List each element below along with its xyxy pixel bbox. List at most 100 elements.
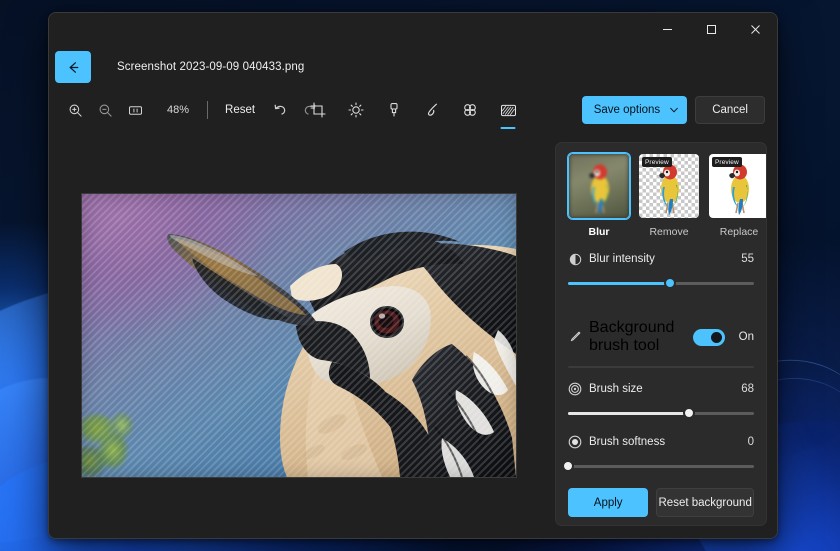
fit-to-window-icon: [128, 103, 143, 118]
minimize-button[interactable]: [645, 13, 689, 46]
brush-size-icon: [568, 382, 582, 396]
background-tool-panel: Blur Preview: [549, 132, 777, 538]
back-button[interactable]: [55, 51, 91, 83]
marker-icon: [386, 102, 402, 118]
brush-softness-slider[interactable]: [568, 458, 754, 474]
mode-blur[interactable]: Blur: [568, 153, 630, 238]
mode-blur-label: Blur: [568, 226, 630, 238]
fit-to-window-button[interactable]: [121, 96, 149, 124]
blur-intensity-value: 55: [741, 253, 754, 265]
close-button[interactable]: [733, 13, 777, 46]
blur-intensity-section: Blur intensity 55: [568, 252, 754, 291]
background-icon: [500, 102, 517, 119]
editor-toolbar: 48% Reset: [49, 88, 777, 132]
file-name-label: Screenshot 2023-09-09 040433.png: [117, 61, 304, 73]
brush-softness-icon: [568, 435, 582, 449]
reset-zoom-button[interactable]: Reset: [216, 99, 264, 121]
slider-fill: [568, 412, 689, 415]
title-bar: [49, 13, 777, 46]
cancel-button[interactable]: Cancel: [695, 96, 765, 124]
save-options-label: Save options: [594, 104, 661, 116]
editor-header: Screenshot 2023-09-09 040433.png: [49, 46, 777, 88]
photos-editor-window: Screenshot 2023-09-09 040433.png: [48, 12, 778, 539]
erase-tool-button[interactable]: [455, 95, 485, 125]
crop-tool-button[interactable]: [303, 95, 333, 125]
chevron-down-icon: [669, 105, 679, 115]
mode-remove-thumbnail: Preview: [638, 153, 700, 219]
maximize-button[interactable]: [689, 13, 733, 46]
reset-background-button[interactable]: Reset background: [656, 488, 754, 517]
editor-body: Blur Preview: [49, 132, 777, 538]
brush-size-value: 68: [741, 383, 754, 395]
parrot-preview-blur: [580, 159, 620, 217]
erase-blur-icon: [462, 102, 478, 118]
background-mode-selector: Blur Preview: [568, 153, 754, 238]
toolbar-actions: Save options Cancel: [582, 96, 765, 124]
zoom-out-button[interactable]: [91, 96, 119, 124]
brush-size-row: Brush size 68: [568, 382, 754, 396]
toggle-knob: [711, 332, 722, 343]
blur-intensity-slider[interactable]: [568, 275, 754, 291]
background-brush-tool-row: Background brush tool On: [568, 319, 754, 355]
preview-badge: Preview: [712, 157, 742, 167]
apply-button[interactable]: Apply: [568, 488, 648, 517]
slider-thumb[interactable]: [683, 407, 695, 419]
tool-buttons: [303, 95, 523, 125]
mode-remove-label: Remove: [638, 226, 700, 238]
undo-icon: [272, 102, 288, 118]
minimize-icon: [662, 24, 673, 35]
undo-button[interactable]: [266, 96, 294, 124]
slider-fill: [568, 282, 670, 285]
blur-intensity-label: Blur intensity: [589, 253, 655, 265]
adjust-tool-button[interactable]: [341, 95, 371, 125]
panel-card: Blur Preview: [555, 142, 767, 526]
brush-size-section: Brush size 68: [568, 382, 754, 421]
panel-actions: Apply Reset background: [568, 474, 754, 517]
zoom-out-icon: [98, 103, 113, 118]
mode-remove[interactable]: Preview: [638, 153, 700, 238]
crop-icon: [310, 102, 326, 118]
brush-softness-value: 0: [748, 436, 754, 448]
zoom-level-label: 48%: [151, 104, 199, 116]
mode-replace[interactable]: Preview: [708, 153, 767, 238]
brush-softness-label: Brush softness: [589, 436, 665, 448]
parrot-preview-replace: [720, 159, 760, 217]
maximize-icon: [706, 24, 717, 35]
brush-softness-section: Brush softness 0: [568, 435, 754, 474]
brush-mode-add[interactable]: Add: [569, 367, 661, 368]
image-canvas-area[interactable]: [49, 132, 549, 538]
blur-intensity-row: Blur intensity 55: [568, 252, 754, 266]
mode-blur-thumbnail: [568, 153, 630, 219]
mode-replace-label: Replace: [708, 226, 767, 238]
window-controls: [645, 13, 777, 46]
marker-tool-button[interactable]: [379, 95, 409, 125]
bird-subject: [82, 194, 516, 477]
slider-thumb[interactable]: [562, 460, 574, 472]
back-arrow-icon: [66, 60, 81, 75]
parrot-preview-remove: [650, 159, 690, 217]
background-brush-state: On: [739, 331, 754, 343]
mode-replace-thumbnail: Preview: [708, 153, 767, 219]
pen-icon: [424, 102, 440, 118]
brightness-icon: [348, 102, 364, 118]
background-brush-tool-label: Background brush tool: [589, 319, 686, 355]
zoom-in-button[interactable]: [61, 96, 89, 124]
brush-size-label: Brush size: [589, 383, 643, 395]
brush-pen-icon: [568, 330, 582, 344]
slider-track: [568, 465, 754, 468]
background-brush-toggle[interactable]: [693, 329, 725, 346]
edited-photo[interactable]: [82, 194, 516, 477]
brush-mode-subtract[interactable]: Subtract: [661, 367, 754, 368]
close-icon: [750, 24, 761, 35]
brush-mode-segmented: Add Subtract: [568, 366, 754, 368]
zoom-controls: 48% Reset: [61, 96, 324, 124]
brush-softness-row: Brush softness 0: [568, 435, 754, 449]
toolbar-divider: [207, 101, 208, 119]
brush-size-slider[interactable]: [568, 405, 754, 421]
contrast-icon: [568, 252, 582, 266]
slider-thumb[interactable]: [664, 277, 676, 289]
background-tool-button[interactable]: [493, 95, 523, 125]
pen-tool-button[interactable]: [417, 95, 447, 125]
save-options-button[interactable]: Save options: [582, 96, 688, 124]
zoom-in-icon: [68, 103, 83, 118]
